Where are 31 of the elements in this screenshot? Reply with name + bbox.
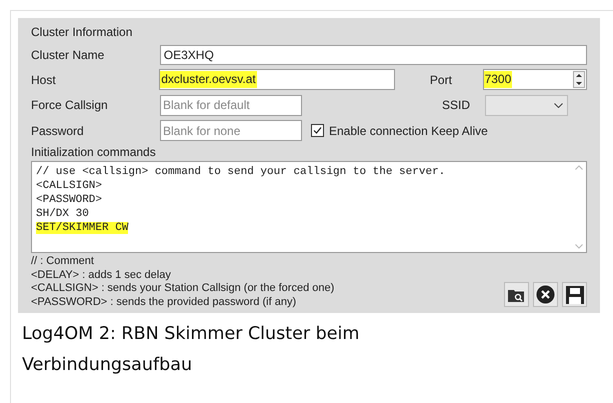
help-text: <CALLSIGN> : sends your Station Callsign (or the forced one) (31, 282, 334, 296)
close-icon (536, 285, 555, 304)
command-line: SH/DX 30 (36, 208, 89, 220)
help-text: // : Comment (31, 255, 95, 268)
help-text: <DELAY> : adds 1 sec delay (31, 268, 172, 282)
save-button[interactable] (562, 282, 587, 307)
cluster-name-field[interactable]: OE3XHQ (160, 44, 587, 64)
host-field[interactable]: dxcluster.oevsv.at (159, 69, 395, 90)
command-line: <CALLSIGN> (36, 180, 102, 192)
section-label: Initialization commands (31, 144, 157, 161)
checkbox-label: Enable connection Keep Alive (329, 122, 488, 140)
keep-alive-checkbox[interactable] (311, 124, 324, 137)
chevron-down-icon (554, 102, 563, 108)
password-field[interactable]: Blank for none (160, 120, 302, 141)
port-field[interactable]: 7300 (482, 69, 587, 90)
spinner-icon[interactable] (572, 71, 585, 88)
field-label: Force Callsign (31, 97, 109, 114)
help-text: <PASSWORD> : sends the provided password (if any) (31, 296, 298, 309)
field-label: Cluster Name (31, 46, 106, 64)
field-label: SSID (442, 97, 472, 114)
field-label: Password (31, 122, 85, 140)
field-label: Port (430, 72, 453, 88)
field-label: Host (31, 72, 57, 88)
command-line: // use <callsign> command to send your callsign to the server. (36, 166, 446, 178)
section-title: Cluster Information (31, 24, 134, 41)
folder-search-icon (508, 288, 525, 302)
image-caption: Log4OM 2: RBN Skimmer Cluster beim Verbindungsaufbau (22, 323, 360, 377)
force-callsign-field[interactable]: Blank for default (160, 94, 302, 116)
cancel-button[interactable] (533, 282, 558, 307)
browse-folder-button[interactable] (504, 282, 529, 307)
command-line: <PASSWORD> (36, 194, 102, 206)
